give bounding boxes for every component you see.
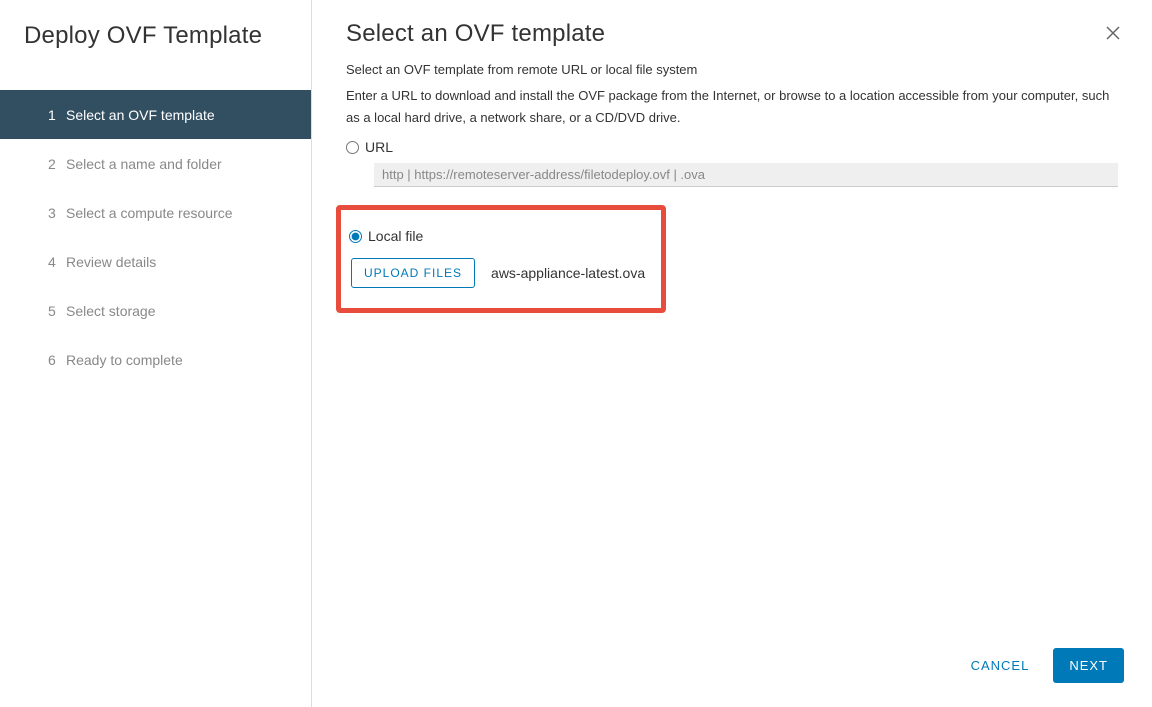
instruction-primary: Select an OVF template from remote URL o… bbox=[346, 62, 1118, 77]
step-label: Select an OVF template bbox=[66, 107, 215, 123]
upload-row: UPLOAD FILES aws-appliance-latest.ova bbox=[351, 258, 653, 288]
radio-url-row[interactable]: URL bbox=[346, 139, 1118, 155]
radio-localfile-row[interactable]: Local file bbox=[349, 228, 653, 244]
highlight-box: Local file UPLOAD FILES aws-appliance-la… bbox=[336, 205, 666, 313]
step-number: 1 bbox=[48, 107, 66, 123]
wizard-dialog: Deploy OVF Template 1 Select an OVF temp… bbox=[0, 0, 1152, 707]
wizard-steps: 1 Select an OVF template 2 Select a name… bbox=[0, 90, 311, 384]
step-label: Select a compute resource bbox=[66, 205, 233, 221]
step-number: 5 bbox=[48, 303, 66, 319]
step-number: 2 bbox=[48, 156, 66, 172]
wizard-sidebar: Deploy OVF Template 1 Select an OVF temp… bbox=[0, 0, 312, 707]
radio-url[interactable] bbox=[346, 141, 359, 154]
step-select-compute-resource[interactable]: 3 Select a compute resource bbox=[0, 188, 311, 237]
step-label: Review details bbox=[66, 254, 156, 270]
upload-files-button[interactable]: UPLOAD FILES bbox=[351, 258, 475, 288]
wizard-main: Select an OVF template Select an OVF tem… bbox=[312, 0, 1152, 707]
close-icon[interactable] bbox=[1102, 21, 1124, 47]
radio-localfile[interactable] bbox=[349, 230, 362, 243]
step-ready-complete[interactable]: 6 Ready to complete bbox=[0, 335, 311, 384]
step-label: Select storage bbox=[66, 303, 156, 319]
step-select-storage[interactable]: 5 Select storage bbox=[0, 286, 311, 335]
step-label: Select a name and folder bbox=[66, 156, 222, 172]
content-area: Select an OVF template from remote URL o… bbox=[312, 58, 1152, 632]
radio-url-label: URL bbox=[365, 139, 393, 155]
step-number: 3 bbox=[48, 205, 66, 221]
cancel-button[interactable]: CANCEL bbox=[967, 650, 1034, 681]
wizard-title: Deploy OVF Template bbox=[0, 22, 311, 50]
step-number: 6 bbox=[48, 352, 66, 368]
topbar: Select an OVF template bbox=[312, 0, 1152, 58]
next-button[interactable]: NEXT bbox=[1053, 648, 1124, 683]
step-review-details[interactable]: 4 Review details bbox=[0, 237, 311, 286]
step-label: Ready to complete bbox=[66, 352, 183, 368]
step-select-ovf-template[interactable]: 1 Select an OVF template bbox=[0, 90, 311, 139]
wizard-footer: CANCEL NEXT bbox=[312, 632, 1152, 707]
radio-localfile-label: Local file bbox=[368, 228, 423, 244]
uploaded-filename: aws-appliance-latest.ova bbox=[491, 265, 645, 281]
url-input[interactable] bbox=[374, 163, 1118, 187]
page-title: Select an OVF template bbox=[346, 20, 605, 48]
instruction-secondary: Enter a URL to download and install the … bbox=[346, 85, 1118, 129]
step-number: 4 bbox=[48, 254, 66, 270]
step-select-name-folder[interactable]: 2 Select a name and folder bbox=[0, 139, 311, 188]
